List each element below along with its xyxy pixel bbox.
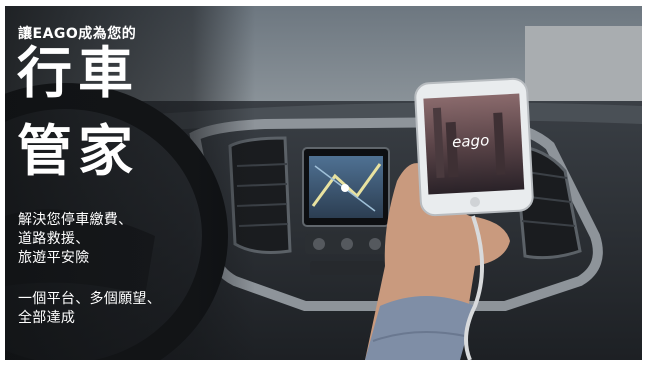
promo-text: 讓EAGO成為您的 行車 管家 解決您停車繳費、 道路救援、 旅遊平安險 一個平… [5,6,642,360]
promo-banner: eago 讓EAGO成為您的 行車 管家 解決您停車繳費、 道路救援、 旅遊平安… [5,6,642,360]
headline-line-1: 行車 [17,41,140,105]
slogan-line: 一個平台、多個願望、 [18,291,161,307]
headline-line-2: 管家 [17,119,140,183]
feature-line: 解決您停車繳費、 [18,212,133,228]
slogan-line: 全部達成 [18,310,76,326]
feature-line: 道路救援、 [18,231,90,247]
feature-line: 旅遊平安險 [18,250,90,266]
tagline: 讓EAGO成為您的 [18,26,137,42]
